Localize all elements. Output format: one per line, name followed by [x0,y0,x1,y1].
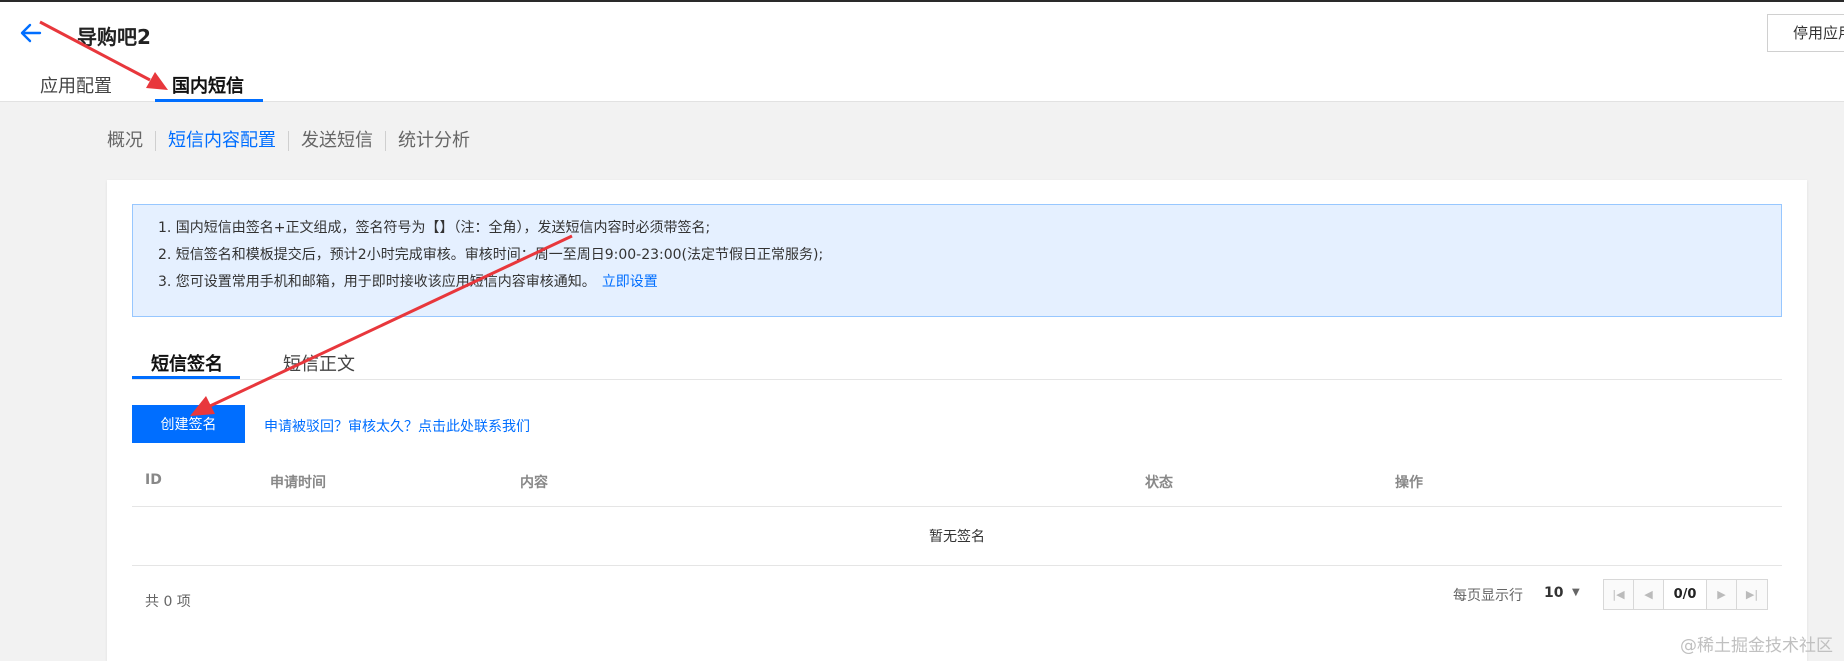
notice-line: 2. 短信签名和模板提交后，预计2小时完成审核。审核时间：周一至周日9:00-2… [158,247,824,263]
notice-line-text: 3. 您可设置常用手机和邮箱，用于即时接收该应用短信内容审核通知。 [158,274,596,290]
column-header-content: 内容 [520,475,548,491]
notice-box: 1. 国内短信由签名+正文组成，签名符号为【】（注：全角），发送短信内容时必须带… [132,204,1782,317]
create-signature-button[interactable]: 创建签名 [132,405,245,443]
notice-line: 3. 您可设置常用手机和邮箱，用于即时接收该应用短信内容审核通知。 立即设置 [158,271,658,291]
tab-app-config[interactable]: 应用配置 [40,72,112,98]
sub-navigation: 概况 短信内容配置 发送短信 统计分析 [107,130,482,152]
app-title: 导购吧2 [77,25,151,49]
prev-page-icon[interactable]: ◀ [1634,580,1664,609]
column-header-id: ID [145,472,162,488]
subnav-send-sms[interactable]: 发送短信 [289,130,385,152]
chevron-down-icon[interactable]: ▼ [1572,587,1580,598]
table-header-divider [132,506,1782,507]
tab-sms-signature[interactable]: 短信签名 [151,350,223,376]
tab-domestic-sms[interactable]: 国内短信 [172,72,244,98]
app-header: 导购吧2 停用应用 应用配置 国内短信 [0,2,1844,102]
page-size-label: 每页显示行 [1453,588,1523,604]
content-card: 1. 国内短信由签名+正文组成，签名符号为【】（注：全角），发送短信内容时必须带… [107,180,1807,661]
tab-sms-body[interactable]: 短信正文 [283,350,355,376]
column-header-status: 状态 [1145,475,1173,491]
column-header-actions: 操作 [1395,475,1423,491]
column-header-time: 申请时间 [270,475,326,491]
notice-line: 1. 国内短信由签名+正文组成，签名符号为【】（注：全角），发送短信内容时必须带… [158,220,711,236]
subnav-statistics[interactable]: 统计分析 [386,130,482,152]
subnav-overview[interactable]: 概况 [107,130,155,152]
next-page-icon[interactable]: ▶ [1707,580,1737,609]
page-indicator: 0/0 [1664,580,1707,609]
stop-app-button[interactable]: 停用应用 [1767,14,1844,52]
first-page-icon[interactable]: |◀ [1604,580,1634,609]
last-page-icon[interactable]: ▶| [1737,580,1767,609]
table-footer-divider [132,565,1782,566]
arrow-left-icon[interactable] [18,20,44,46]
pager: |◀ ◀ 0/0 ▶ ▶| [1603,579,1768,610]
contact-us-link[interactable]: 申请被驳回？审核太久？点击此处联系我们 [264,416,530,436]
page-size-select[interactable]: 10 [1544,585,1563,601]
subnav-content-config[interactable]: 短信内容配置 [156,130,288,152]
total-count: 共 0 项 [145,594,191,610]
empty-state-text: 暂无签名 [929,529,985,545]
inner-tab-divider [132,379,1782,380]
setup-now-link[interactable]: 立即设置 [602,274,658,290]
watermark: @稀土掘金技术社区 [1680,636,1833,656]
active-tab-indicator [155,99,263,102]
